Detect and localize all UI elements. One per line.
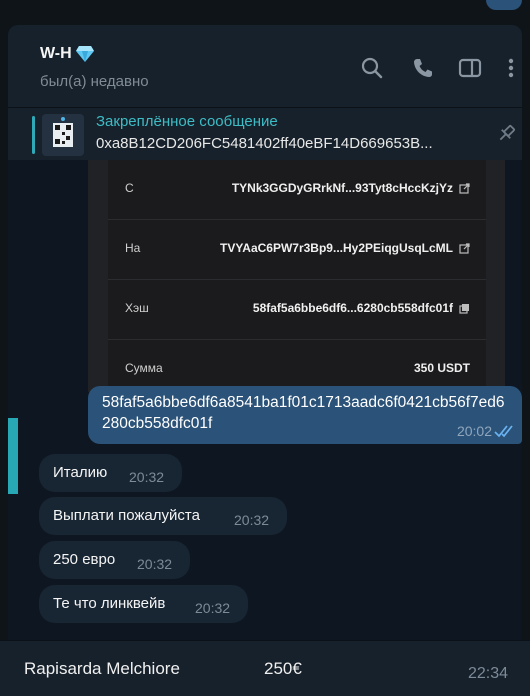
transaction-row: Сумма 350 USDT [108, 340, 486, 392]
transaction-row: На TVYAaC6PW7r3Bp9...Hy2PEiqgUsqLcML [108, 220, 486, 280]
double-check-icon [494, 424, 516, 438]
from-address: TYNk3GGDyGRrkNf...93Tyt8cHccKzjYz [231, 181, 453, 195]
pinned-text: 0xa8B12CD206FC5481402ff40eBF14D669653B..… [96, 135, 433, 152]
transaction-row-value: 350 USDT [414, 361, 470, 375]
message-text: Италию [53, 464, 108, 481]
pinned-indicator [32, 116, 35, 154]
pinned-title: Закреплённое сообщение [96, 113, 278, 130]
transaction-row: Хэш 58faf5a6bbe6df6...6280cb558dfc01f [108, 280, 486, 340]
tx-hash: 58faf5a6bbe6df6...6280cb558dfc01f [252, 301, 453, 315]
transaction-row-value: TYNk3GGDyGRrkNf...93Tyt8cHccKzjYz [232, 181, 470, 195]
contact-status: был(а) недавно [40, 73, 149, 90]
message-bubble-peek [486, 0, 522, 10]
chat-header[interactable]: W-H был(а) недавно [8, 25, 522, 107]
message-time: 20:02 [456, 423, 492, 439]
transaction-row-label: Хэш [125, 301, 149, 315]
transaction-row-label: Сумма [125, 361, 163, 375]
more-icon[interactable] [498, 55, 514, 81]
message-time: 20:32 [234, 512, 270, 528]
outgoing-message[interactable]: 58faf5a6bbe6df6a8541ba1f01c1713aadc6f042… [88, 386, 522, 444]
transaction-row-value: 58faf5a6bbe6df6...6280cb558dfc01f [253, 301, 470, 315]
message-text: 58faf5a6bbe6df6a8541ba1f01c1713aadc6f042… [102, 394, 505, 432]
transaction-row-label: С [125, 181, 134, 195]
transaction-screenshot[interactable]: С TYNk3GGDyGRrkNf...93Tyt8cHccKzjYz На T… [88, 160, 505, 392]
bottom-message-name: Rapisarda Melchiore [24, 659, 180, 678]
message-list[interactable]: С TYNk3GGDyGRrkNf...93Tyt8cHccKzjYz На T… [8, 160, 522, 640]
message-time: 20:32 [129, 469, 165, 485]
contact-name-row[interactable]: W-H [40, 45, 95, 63]
external-link-icon [459, 182, 470, 194]
to-address: TVYAaC6PW7r3Bp9...Hy2PEiqgUsqLcML [220, 241, 453, 255]
incoming-message[interactable]: Италию 20:32 [39, 454, 182, 492]
chat-window: W-H был(а) недавно Закреплённое сообщени… [8, 25, 522, 640]
message-text: Выплати пожалуйста [53, 507, 200, 524]
transaction-row: С TYNk3GGDyGRrkNf...93Tyt8cHccKzjYz [108, 160, 486, 220]
message-time: 20:32 [195, 600, 231, 616]
incoming-message[interactable]: 250 евро 20:32 [39, 541, 190, 579]
message-text: 250 евро [53, 551, 116, 568]
search-icon[interactable] [359, 55, 385, 81]
bottom-message-amount: 250€ [264, 659, 302, 678]
diamond-icon [75, 45, 95, 63]
transaction-row-value: TVYAaC6PW7r3Bp9...Hy2PEiqgUsqLcML [220, 241, 470, 255]
contact-name[interactable]: W-H [40, 45, 72, 63]
copy-icon [459, 303, 470, 314]
pinned-thumbnail [42, 114, 84, 156]
phone-icon[interactable] [410, 55, 436, 81]
bottom-message[interactable]: Rapisarda Melchiore 250€ 22:34 [0, 640, 530, 696]
transaction-details: С TYNk3GGDyGRrkNf...93Tyt8cHccKzjYz На T… [108, 160, 486, 392]
message-text: Те что линквейв [53, 595, 166, 612]
pin-icon[interactable] [494, 122, 518, 146]
incoming-message[interactable]: Выплати пожалуйста 20:32 [39, 497, 287, 535]
incoming-message[interactable]: Те что линквейв 20:32 [39, 585, 248, 623]
external-link-icon [459, 242, 470, 254]
transaction-row-label: На [125, 241, 141, 255]
message-time: 20:32 [137, 556, 173, 572]
selection-indicator [8, 418, 18, 494]
sidebar-toggle-icon[interactable] [457, 55, 483, 81]
tx-amount: 350 USDT [413, 361, 470, 375]
bottom-message-time: 22:34 [467, 665, 508, 682]
pinned-message-bar[interactable]: Закреплённое сообщение 0xa8B12CD206FC548… [8, 107, 522, 160]
